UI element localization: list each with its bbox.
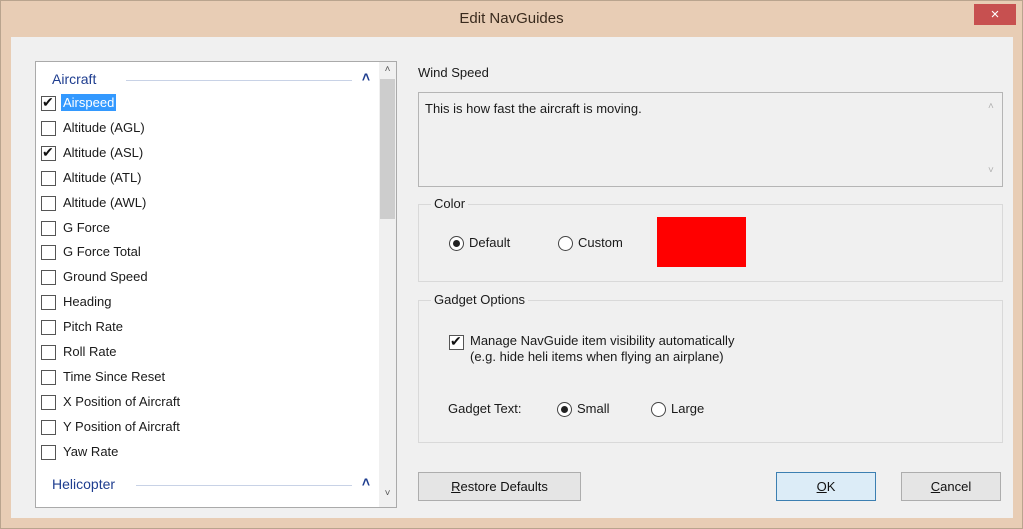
item-label[interactable]: Altitude (ASL) <box>61 144 145 161</box>
radio-selected-dot <box>453 240 460 247</box>
item-checkbox[interactable] <box>41 419 56 435</box>
item-label[interactable]: Heading <box>61 293 113 310</box>
group-header-helicopter[interactable]: Helicopter ˄ <box>36 473 378 495</box>
list-item[interactable]: Yaw Rate <box>41 441 371 465</box>
list-item[interactable]: Pitch Rate <box>41 316 371 340</box>
gadget-text-label: Gadget Text: <box>448 401 522 416</box>
item-label[interactable]: Altitude (AWL) <box>61 194 148 211</box>
description-textbox[interactable]: This is how fast the aircraft is moving.… <box>418 92 1003 187</box>
list-item[interactable]: ✔ Airspeed <box>41 92 371 116</box>
list-scrollbar[interactable]: ˄ ˅ <box>379 62 396 507</box>
navguide-list[interactable]: Aircraft ˄ ✔ Airspeed Altitude (AGL) ✔ Altit… <box>35 61 397 508</box>
radio-selected-dot <box>561 406 568 413</box>
title-bar[interactable]: Edit NavGuides × <box>1 1 1022 37</box>
cancel-button[interactable]: Cancel <box>901 472 1001 501</box>
item-checkbox[interactable] <box>41 369 56 385</box>
collapse-caret-icon[interactable]: ˄ <box>362 69 370 85</box>
item-label[interactable]: X Position of Aircraft <box>61 393 182 410</box>
default-color-radio[interactable] <box>449 236 464 251</box>
list-item[interactable]: G Force <box>41 217 371 241</box>
dialog-client-area: Aircraft ˄ ✔ Airspeed Altitude (AGL) ✔ Altit… <box>11 37 1013 518</box>
item-label[interactable]: Airspeed <box>61 94 117 111</box>
group-divider <box>126 80 352 81</box>
item-checkbox[interactable] <box>41 220 56 236</box>
scroll-down-icon[interactable]: ˅ <box>379 488 396 505</box>
item-label[interactable]: Altitude (AGL) <box>61 119 147 136</box>
item-label[interactable]: G Force <box>61 219 112 236</box>
description-scrollbar[interactable]: ˄ ˅ <box>985 93 1002 186</box>
close-icon[interactable]: × <box>974 4 1016 25</box>
scroll-up-icon[interactable]: ˄ <box>988 101 994 112</box>
button-label: ancel <box>940 479 972 494</box>
custom-color-radio[interactable] <box>558 236 573 251</box>
item-label[interactable]: Roll Rate <box>61 343 118 360</box>
list-item[interactable]: Altitude (ATL) <box>41 167 371 191</box>
list-item[interactable]: ✔ Altitude (ASL) <box>41 142 371 166</box>
mnemonic: C <box>930 479 941 494</box>
checkmark-icon: ✔ <box>42 143 54 160</box>
item-label[interactable]: Ground Speed <box>61 268 150 285</box>
item-label[interactable]: Time Since Reset <box>61 368 167 385</box>
list-item[interactable]: Altitude (AWL) <box>41 192 371 216</box>
item-checkbox[interactable] <box>41 345 56 360</box>
item-checkbox[interactable]: ✔ <box>41 94 56 111</box>
default-color-label[interactable]: Default <box>469 235 510 250</box>
item-label[interactable]: Pitch Rate <box>61 318 125 335</box>
item-label[interactable]: Yaw Rate <box>61 443 120 460</box>
list-item[interactable]: G Force Total <box>41 241 371 265</box>
scroll-thumb[interactable] <box>380 79 395 219</box>
list-item[interactable]: Roll Rate <box>41 341 371 365</box>
item-checkbox[interactable] <box>41 245 56 261</box>
collapse-caret-icon[interactable]: ˄ <box>362 474 370 490</box>
auto-visibility-label[interactable]: Manage NavGuide item visibility automati… <box>470 333 734 348</box>
item-name-heading: Wind Speed <box>418 65 489 80</box>
list-item[interactable]: Y Position of Aircraft <box>41 416 371 440</box>
checkmark-icon: ✔ <box>42 94 54 110</box>
item-checkbox[interactable] <box>41 195 56 211</box>
item-checkbox[interactable] <box>41 270 56 286</box>
group-label: Aircraft <box>52 71 97 87</box>
auto-visibility-hint: (e.g. hide heli items when flying an air… <box>470 349 724 364</box>
gadget-options-groupbox <box>418 300 1003 443</box>
gadget-text-small-radio[interactable] <box>557 402 572 417</box>
item-checkbox[interactable] <box>41 120 56 136</box>
description-text: This is how fast the aircraft is moving. <box>425 101 642 116</box>
button-label: K <box>826 479 836 494</box>
auto-visibility-checkbox[interactable]: ✔ <box>449 333 464 350</box>
gadget-text-large-radio[interactable] <box>651 402 666 417</box>
restore-defaults-button[interactable]: Restore Defaults <box>418 472 581 501</box>
item-checkbox[interactable] <box>41 295 56 311</box>
list-item[interactable]: Heading <box>41 291 371 315</box>
gadget-text-small-label[interactable]: Small <box>577 401 610 416</box>
gadget-text-large-label[interactable]: Large <box>671 401 704 416</box>
item-label[interactable]: Altitude (ATL) <box>61 169 144 186</box>
window-title: Edit NavGuides <box>459 10 564 27</box>
mnemonic: O <box>816 479 827 494</box>
list-item[interactable]: Ground Speed <box>41 266 371 290</box>
item-checkbox[interactable] <box>41 170 56 186</box>
color-group-label: Color <box>431 196 469 211</box>
group-header-aircraft[interactable]: Aircraft ˄ <box>36 68 378 90</box>
item-checkbox[interactable]: ✔ <box>41 143 56 161</box>
custom-color-label[interactable]: Custom <box>578 235 623 250</box>
group-divider <box>136 485 352 486</box>
item-checkbox[interactable] <box>41 320 56 336</box>
group-label: Helicopter <box>52 476 116 492</box>
list-item[interactable]: Time Since Reset <box>41 366 371 390</box>
item-checkbox[interactable] <box>41 394 56 410</box>
scroll-down-icon[interactable]: ˅ <box>988 165 994 176</box>
item-label[interactable]: G Force Total <box>61 243 143 260</box>
edit-navguides-dialog: Edit NavGuides × Aircraft ˄ ✔ Airspeed Alt… <box>0 0 1023 529</box>
item-checkbox[interactable] <box>41 444 56 460</box>
checkmark-icon: ✔ <box>450 333 462 349</box>
item-label[interactable]: Y Position of Aircraft <box>61 418 182 435</box>
list-item[interactable]: Altitude (AGL) <box>41 117 371 141</box>
color-swatch[interactable] <box>657 217 746 267</box>
list-item[interactable]: X Position of Aircraft <box>41 391 371 415</box>
ok-button[interactable]: OK <box>776 472 876 501</box>
gadget-options-label: Gadget Options <box>431 292 529 307</box>
button-label: estore Defaults <box>460 479 548 494</box>
